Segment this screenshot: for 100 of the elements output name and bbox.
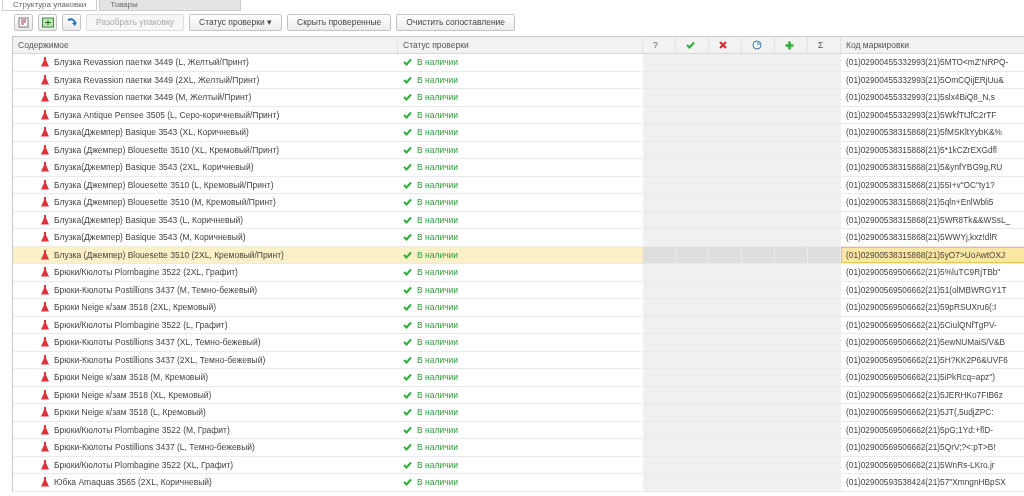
marking-code: (01)02900569506662(21)5%luTC9RjTBb" bbox=[845, 266, 1002, 280]
flask-icon bbox=[41, 249, 49, 260]
marking-code: (01)02900538315868(21)5WWYj,kxz!dlR bbox=[845, 231, 999, 245]
grid-icon-button[interactable] bbox=[14, 13, 33, 31]
table-row[interactable]: Юбка Amaquas 3565 (2XL, Коричневый) В наличии (01)02900593538424(21)57"XmngnHBpSX bbox=[13, 474, 1024, 492]
item-name: Брюки-Кюлоты Postillions 3437 (XL, Темно-бежевый) bbox=[54, 337, 261, 348]
status-text: В наличии bbox=[417, 459, 459, 470]
marking-code: (01)02900538315868(21)5&ynfYBG9g,RU bbox=[845, 161, 1004, 175]
marking-code: (01)02900569506662(21)5WnRs-LKro.jr bbox=[845, 458, 996, 472]
table-row[interactable]: Блузка(Джемпер) Basique 3543 (L, Коричневый) В наличии (01)02900538315868(21)5WR8Tk&&WSsL_ bbox=[13, 211, 1024, 229]
status-text: В наличии bbox=[417, 144, 459, 155]
column-header[interactable]: ? bbox=[643, 37, 676, 53]
table-row[interactable]: Блузка(Джемпер) Basique 3543 (2XL, Коричневый) В наличии (01)02900538315868(21)5&ynfYBG9g,RU bbox=[13, 159, 1024, 177]
item-name: Блузка (Джемпер) Blouesette 3510 (M, Кремовый/Принт) bbox=[54, 197, 276, 208]
status-text: В наличии bbox=[417, 319, 459, 330]
flask-icon bbox=[41, 57, 49, 68]
table-row[interactable]: Брюки-Кюлоты Postillions 3437 (2XL, Темно-бежевый) В наличии (01)02900569506662(21)5H?KK2P6&UVF6 bbox=[13, 351, 1024, 369]
column-header[interactable]: Код маркировки bbox=[841, 37, 1024, 53]
status-text: В наличии bbox=[417, 214, 459, 225]
marking-code: (01)02900569506662(21)51(olMBWRGY1T bbox=[845, 283, 1008, 297]
arrow-icon-button[interactable] bbox=[62, 13, 81, 31]
item-name: Блузка Revassion паетки 3449 (M, Желтый/Принт) bbox=[54, 92, 252, 103]
status-text: В наличии bbox=[417, 74, 459, 85]
toolbar-button[interactable]: Скрыть проверенные bbox=[287, 13, 392, 31]
tab[interactable]: Товары bbox=[99, 0, 242, 11]
marking-code: (01)02900538315868(21)55I+v"OC"ty1? bbox=[845, 178, 996, 192]
list-icon bbox=[18, 16, 29, 28]
item-name: Блузка (Джемпер) Blouesette 3510 (L, Кремовый/Принт) bbox=[54, 179, 274, 190]
item-name: Брюки Neige к/зам 3518 (M, Кремовый) bbox=[54, 372, 209, 383]
marking-code: (01)02900569506662(21)5QrV;?<:pT>B! bbox=[845, 441, 997, 455]
marking-code: (01)02900455332993(21)5MTO<mZ'NRPQ- bbox=[845, 56, 1010, 70]
table-row[interactable]: Брюки/Кюлоты Plombagine 3522 (L, Графит) В наличии (01)02900569506662(21)5CiulQNfTgPV- bbox=[13, 316, 1024, 334]
flask-icon bbox=[41, 459, 49, 470]
status-text: В наличии bbox=[417, 407, 459, 418]
marking-code: (01)02900569506662(21)5H?KK2P6&UVF6 bbox=[845, 353, 1009, 367]
table-row[interactable]: Брюки Neige к/зам 3518 (XL, Кремовый) В наличии (01)02900569506662(21)5JERHKo7FIB6z bbox=[13, 386, 1024, 404]
flask-icon bbox=[41, 302, 49, 313]
table-row[interactable]: Брюки/Кюлоты Plombagine 3522 (2XL, Графит) В наличии (01)02900569506662(21)5%luTC9RjTBb" bbox=[13, 264, 1024, 282]
item-name: Блузка (Джемпер) Blouesette 3510 (XL, Кремовый/Принт) bbox=[54, 144, 280, 155]
marking-code: (01)02900538315868(21)5qln+EnlWbli5 bbox=[845, 196, 995, 210]
item-name: Брюки/Кюлоты Plombagine 3522 (M, Графит) bbox=[54, 424, 230, 435]
table-row[interactable]: Блузка Revassion паетки 3449 (2XL, Желтый/Принт) В наличии (01)02900455332993(21)5OmCQijERjUu& bbox=[13, 71, 1024, 89]
item-name: Брюки-Кюлоты Postillions 3437 (M, Темно-бежевый) bbox=[54, 284, 258, 295]
marking-code: (01)02900455332993(21)5OmCQijERjUu& bbox=[845, 73, 1005, 87]
table-row[interactable]: Блузка Revassion паетки 3449 (M, Желтый/Принт) В наличии (01)02900455332993(21)5slx4BiQ8_N,s bbox=[13, 89, 1024, 107]
table-row[interactable]: Блузка(Джемпер) Basique 3543 (M, Коричневый) В наличии (01)02900538315868(21)5WWYj,kxz!dlR bbox=[13, 229, 1024, 247]
item-name: Юбка Amaquas 3565 (2XL, Коричневый) bbox=[54, 477, 212, 488]
table-row[interactable]: Брюки/Кюлоты Plombagine 3522 (M, Графит) В наличии (01)02900569506662(21)5pG;1Yd:+flD- bbox=[13, 421, 1024, 439]
table-row[interactable]: Блузка (Джемпер) Blouesette 3510 (XL, Кремовый/Принт) В наличии (01)02900538315868(21)5*1kCZrEXGdfl bbox=[13, 141, 1024, 159]
table-row[interactable]: Брюки-Кюлоты Postillions 3437 (XL, Темно-бежевый) В наличии (01)02900569506662(21)5ewNUMaiS/V&B bbox=[13, 334, 1024, 352]
flask-icon bbox=[41, 407, 49, 418]
status-text: В наличии bbox=[417, 162, 459, 173]
clock-icon bbox=[752, 40, 762, 50]
table-row[interactable]: Брюки/Кюлоты Plombagine 3522 (XL, Графит) В наличии (01)02900569506662(21)5WnRs-LKro.jr bbox=[13, 456, 1024, 474]
column-header[interactable]: Статус проверки bbox=[398, 37, 643, 53]
status-text: В наличии bbox=[417, 477, 459, 488]
item-name: Блузка(Джемпер) Basique 3543 (XL, Коричневый) bbox=[54, 127, 249, 138]
flask-icon bbox=[41, 442, 49, 453]
flask-icon bbox=[41, 424, 49, 435]
status-text: В наличии bbox=[417, 424, 459, 435]
table-row[interactable]: Блузка Antique Pensee 3505 (L, Серо-коричневый/Принт) В наличии (01)02900455332993(21)5WkfTtJfC2rTF bbox=[13, 106, 1024, 124]
item-name: Брюки Neige к/зам 3518 (2XL, Кремовый) bbox=[54, 302, 217, 313]
table-row[interactable]: Брюки-Кюлоты Postillions 3437 (M, Темно-бежевый) В наличии (01)02900569506662(21)51(olMBWRGY1T bbox=[13, 281, 1024, 299]
table-row[interactable]: Блузка (Джемпер) Blouesette 3510 (2XL, Кремовый/Принт) В наличии (01)02900538315868(21)5yO7>UoAwtOXJ bbox=[13, 246, 1024, 264]
table-row[interactable]: Блузка (Джемпер) Blouesette 3510 (L, Кремовый/Принт) В наличии (01)02900538315868(21)55I+v"OC"ty1? bbox=[13, 176, 1024, 194]
table-row[interactable]: Брюки Neige к/зам 3518 (2XL, Кремовый) В наличии (01)02900569506662(21)59pRSUXru6(:I bbox=[13, 299, 1024, 317]
table-row[interactable]: Блузка Revassion паетки 3449 (L, Желтый/Принт) В наличии (01)02900455332993(21)5MTO<mZ'NRPQ- bbox=[13, 54, 1024, 72]
status-text: В наличии bbox=[417, 92, 459, 103]
status-text: В наличии bbox=[417, 197, 459, 208]
flask-icon bbox=[41, 74, 49, 85]
flask-icon bbox=[41, 267, 49, 278]
flask-icon bbox=[41, 162, 49, 173]
column-header[interactable]: Σ bbox=[808, 37, 841, 53]
item-name: Блузка (Джемпер) Blouesette 3510 (2XL, Кремовый/Принт) bbox=[54, 249, 284, 260]
table-row[interactable]: Блузка (Джемпер) Blouesette 3510 (M, Кремовый/Принт) В наличии (01)02900538315868(21)5qln+EnlWbli5 bbox=[13, 194, 1024, 212]
status-text: В наличии bbox=[417, 57, 459, 68]
flask-icon bbox=[41, 144, 49, 155]
sheet-icon bbox=[41, 16, 54, 28]
item-name: Блузка Revassion паетки 3449 (2XL, Желтый/Принт) bbox=[54, 74, 260, 85]
tab[interactable]: Структура упаковки bbox=[2, 0, 98, 11]
flask-icon bbox=[41, 372, 49, 383]
status-filter-button[interactable]: Статус проверки ▾ bbox=[189, 13, 283, 31]
marking-code: (01)02900593538424(21)57"XmngnHBpSX bbox=[845, 476, 1007, 490]
status-text: В наличии bbox=[417, 389, 459, 400]
item-name: Брюки/Кюлоты Plombagine 3522 (2XL, Графит) bbox=[54, 267, 238, 278]
plus-icon bbox=[785, 40, 794, 50]
table-row[interactable]: Блузка(Джемпер) Basique 3543 (XL, Коричневый) В наличии (01)02900538315868(21)5fMSKltYybK&% bbox=[13, 124, 1024, 142]
flask-icon bbox=[41, 127, 49, 138]
sheet-icon-button[interactable] bbox=[38, 13, 57, 31]
close-icon bbox=[719, 41, 727, 49]
table-row[interactable]: Брюки-Кюлоты Postillions 3437 (L, Темно-бежевый) В наличии (01)02900569506662(21)5QrV;?<:pT>B! bbox=[13, 439, 1024, 457]
column-header[interactable]: Содержимое bbox=[13, 37, 398, 53]
table-row[interactable]: Брюки Neige к/зам 3518 (M, Кремовый) В наличии (01)02900569506662(21)5iPkRcq=apz") bbox=[13, 369, 1024, 387]
marking-code: (01)02900538315868(21)5fMSKltYybK&% bbox=[845, 126, 1003, 140]
marking-code: (01)02900455332993(21)5WkfTtJfC2rTF bbox=[845, 108, 998, 122]
table-row[interactable]: Брюки Neige к/зам 3518 (L, Кремовый) В наличии (01)02900569506662(21)5JT(,5udjZPC: bbox=[13, 404, 1024, 422]
flask-icon bbox=[41, 179, 49, 190]
status-text: В наличии bbox=[417, 109, 459, 120]
flask-icon bbox=[41, 354, 49, 365]
toolbar-button[interactable]: Очистить сопоставление bbox=[396, 13, 516, 31]
